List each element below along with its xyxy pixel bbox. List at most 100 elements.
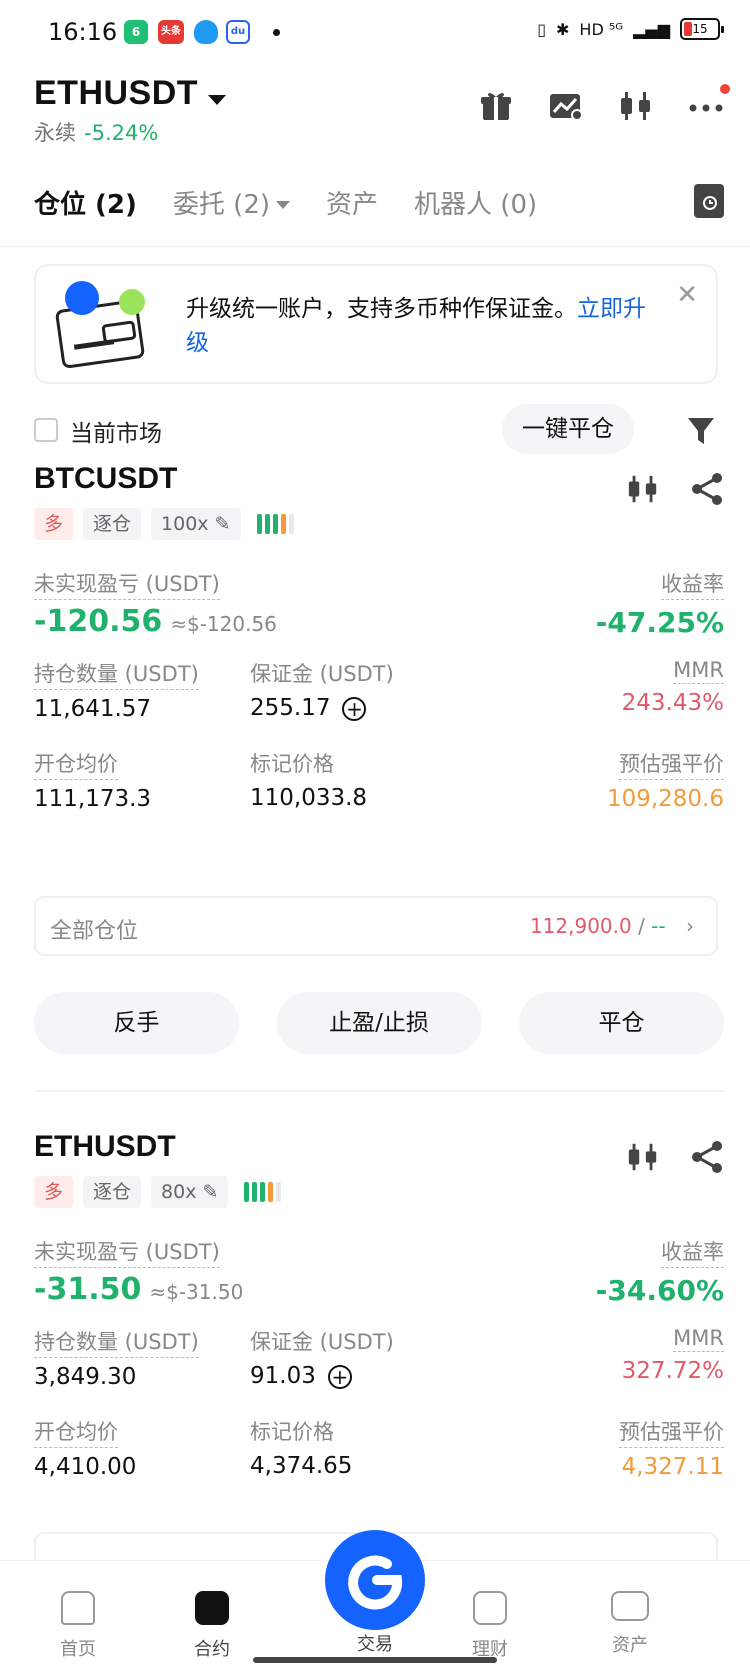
qq-icon	[194, 20, 218, 44]
position-card-ethusdt: ETHUSDT 多 逐仓 80x ✎	[34, 1130, 724, 1208]
chevron-right-icon: ›	[686, 914, 694, 938]
margin-amount: 91.03	[250, 1363, 316, 1389]
candlestick-icon[interactable]	[626, 472, 660, 506]
entry-price-value: 111,173.3	[34, 786, 152, 812]
trade-button[interactable]	[325, 1530, 425, 1630]
size-label[interactable]: 持仓数量 (USDT)	[34, 1326, 199, 1358]
tpsl-values: 112,900.0 / -- ›	[530, 914, 694, 938]
position-symbol[interactable]: BTCUSDT	[34, 462, 724, 496]
unrealized-pnl-label[interactable]: 未实现盈亏 (USDT)	[34, 1236, 220, 1268]
chart-settings-icon[interactable]	[548, 88, 584, 124]
unrealized-pnl-label[interactable]: 未实现盈亏 (USDT)	[34, 568, 220, 600]
entry-price-label[interactable]: 开仓均价	[34, 748, 118, 780]
size-label[interactable]: 持仓数量 (USDT)	[34, 658, 199, 690]
upgrade-banner[interactable]: 升级统一账户，支持多币种作保证金。立即升级 ✕	[34, 264, 718, 384]
roe-value: -34.60%	[595, 1274, 724, 1307]
mmr-label[interactable]: MMR	[673, 658, 724, 684]
tpsl-button[interactable]: 止盈/止损	[276, 992, 482, 1054]
more-icon[interactable]	[688, 84, 730, 124]
mmr-label[interactable]: MMR	[673, 1326, 724, 1352]
position-tags: 多 逐仓 80x ✎	[34, 1176, 724, 1208]
margin-value: 91.03 +	[250, 1363, 394, 1389]
bluetooth-icon: ✱	[556, 19, 570, 39]
liq-price-label[interactable]: 预估强平价	[619, 748, 724, 780]
tab-positions[interactable]: 仓位 (2)	[34, 184, 137, 221]
filter-icon[interactable]	[686, 414, 716, 448]
caret-down-icon	[276, 201, 291, 209]
unrealized-pnl-value: -120.56	[34, 604, 163, 639]
position-action-buttons: 反手 止盈/止损 平仓	[34, 992, 724, 1054]
share-icon[interactable]	[690, 1140, 724, 1174]
signal-icon: ▂▄▆	[633, 19, 670, 39]
entry-price-value: 4,410.00	[34, 1454, 137, 1480]
position-tags: 多 逐仓 100x ✎	[34, 508, 724, 540]
price-change: -5.24%	[84, 121, 159, 145]
nav-futures[interactable]: 合约	[172, 1591, 252, 1661]
divider	[34, 1090, 724, 1092]
wallet-icon	[611, 1591, 649, 1621]
unrealized-pnl: -120.56 ≈$-120.56	[34, 604, 277, 639]
earn-icon	[473, 1591, 507, 1625]
position-symbol[interactable]: ETHUSDT	[34, 1130, 724, 1164]
margin-mode-tag[interactable]: 逐仓	[83, 1176, 142, 1208]
tab-orders[interactable]: 委托 (2)	[172, 184, 291, 221]
mmr-value: 327.72%	[621, 1358, 724, 1384]
unrealized-pnl-usd: ≈$-31.50	[149, 1280, 244, 1304]
roe-value: -47.25%	[595, 606, 724, 639]
margin-mode-tag[interactable]: 逐仓	[83, 508, 142, 540]
liq-price-label[interactable]: 预估强平价	[619, 1416, 724, 1448]
current-market-checkbox[interactable]	[34, 418, 58, 442]
stop-loss-value: --	[651, 914, 666, 938]
battery-level: 15	[692, 22, 708, 36]
order-history-icon[interactable]	[694, 184, 724, 218]
share-icon[interactable]	[690, 472, 724, 506]
side-tag: 多	[34, 508, 74, 540]
trade-icon	[348, 1555, 403, 1610]
add-margin-icon[interactable]: +	[327, 1364, 352, 1389]
candlestick-icon[interactable]	[618, 88, 654, 124]
unrealized-pnl-value: -31.50	[34, 1272, 142, 1307]
nav-trade-label: 交易	[357, 1634, 393, 1655]
size-value: 3,849.30	[34, 1364, 137, 1390]
side-tag: 多	[34, 1176, 74, 1208]
roe-label[interactable]: 收益率	[661, 1236, 724, 1268]
edit-icon: ✎	[214, 513, 231, 535]
banner-text: 升级统一账户，支持多币种作保证金。立即升级	[186, 292, 656, 360]
tpsl-separator: /	[638, 914, 645, 938]
nav-earn[interactable]: 理财	[450, 1591, 530, 1661]
reverse-button[interactable]: 反手	[34, 992, 239, 1054]
header-actions	[478, 84, 730, 124]
leverage-tag[interactable]: 80x ✎	[151, 1176, 229, 1208]
close-icon[interactable]: ✕	[676, 280, 698, 310]
pair-title: ETHUSDT	[34, 74, 199, 112]
tab-assets[interactable]: 资产	[326, 184, 378, 221]
all-positions-label: 全部仓位	[50, 919, 139, 944]
notification-dot	[273, 29, 280, 36]
baidu-icon: du	[226, 20, 250, 44]
tab-orders-label: 委托 (2)	[172, 189, 271, 220]
leverage-value: 100x	[161, 513, 209, 535]
take-profit-value: 112,900.0	[529, 914, 632, 938]
entry-price-label[interactable]: 开仓均价	[34, 1416, 118, 1448]
risk-level-bar	[256, 514, 294, 534]
roe-label[interactable]: 收益率	[661, 568, 724, 600]
tab-bots[interactable]: 机器人 (0)	[414, 184, 537, 221]
nav-home[interactable]: 首页	[38, 1591, 118, 1661]
candlestick-icon[interactable]	[626, 1140, 660, 1174]
filter-bar: 当前市场 一键平仓	[34, 404, 724, 456]
add-margin-icon[interactable]: +	[342, 696, 367, 721]
close-all-button[interactable]: 一键平仓	[502, 404, 634, 454]
home-indicator	[253, 1657, 497, 1663]
nav-assets[interactable]: 资产	[590, 1591, 670, 1657]
status-time: 16:16	[48, 18, 118, 46]
header: ETHUSDT 永续 -5.24%	[34, 74, 730, 154]
leverage-tag[interactable]: 100x ✎	[151, 508, 241, 540]
close-position-button[interactable]: 平仓	[519, 992, 724, 1054]
mmr-value: 243.43%	[621, 690, 724, 716]
futures-icon	[195, 1591, 229, 1625]
all-positions-tpsl-row[interactable]: 全部仓位 112,900.0 / -- ›	[34, 896, 718, 956]
gift-icon[interactable]	[478, 88, 514, 124]
battery-icon: 15	[680, 18, 724, 40]
green-app-icon: 6	[124, 20, 148, 44]
mark-price-value: 110,033.8	[250, 785, 368, 811]
